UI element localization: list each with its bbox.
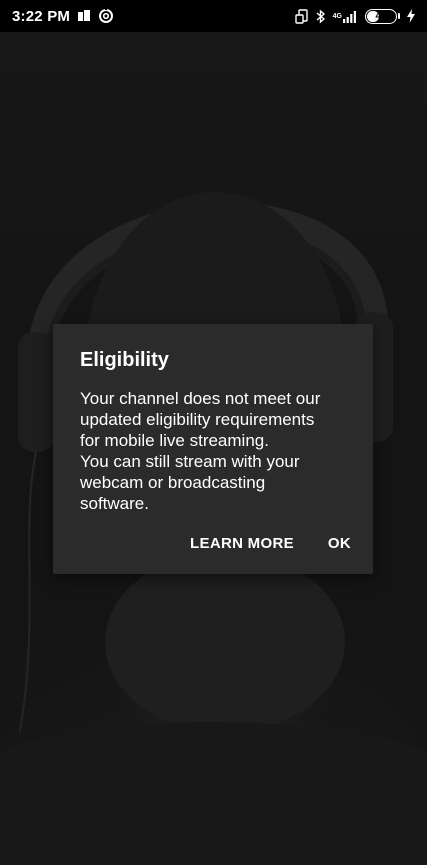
signal-icon: 4G [333, 10, 358, 23]
dialog-actions: LEARN MORE OK [190, 531, 351, 556]
charging-icon [407, 9, 415, 23]
status-time: 3:22 PM [12, 7, 71, 25]
dialog-message-line: webcam or broadcasting [80, 473, 266, 492]
dialog-message-line: Your channel does not meet our [80, 389, 321, 408]
status-bar: 3:22 PM 4G 47 [0, 0, 427, 32]
screen: 3:22 PM 4G 47 Eligibility Your channel d… [0, 0, 427, 865]
learn-more-button[interactable]: LEARN MORE [190, 531, 294, 556]
data-saver-icon [98, 8, 114, 24]
status-left: 3:22 PM [12, 8, 114, 25]
rotate-icon [294, 8, 309, 24]
dialog-message-line: software. [80, 494, 149, 513]
status-right: 4G 47 [294, 8, 415, 24]
dialog-message-line: You can still stream with your [80, 452, 300, 471]
network-type-label: 4G [332, 12, 342, 20]
bluetooth-icon [316, 8, 326, 24]
dialog-message-line: updated eligibility requirements [80, 410, 315, 429]
battery-level: 47 [375, 10, 387, 22]
dialog-message-line: for mobile live streaming. [80, 431, 269, 450]
ok-button[interactable]: OK [328, 531, 351, 556]
dialog-message: Your channel does not meet our updated e… [80, 388, 349, 514]
dialog-title: Eligibility [80, 349, 169, 371]
notification-icon [77, 9, 91, 23]
eligibility-dialog: Eligibility Your channel does not meet o… [53, 324, 373, 574]
battery-icon: 47 [365, 8, 400, 24]
